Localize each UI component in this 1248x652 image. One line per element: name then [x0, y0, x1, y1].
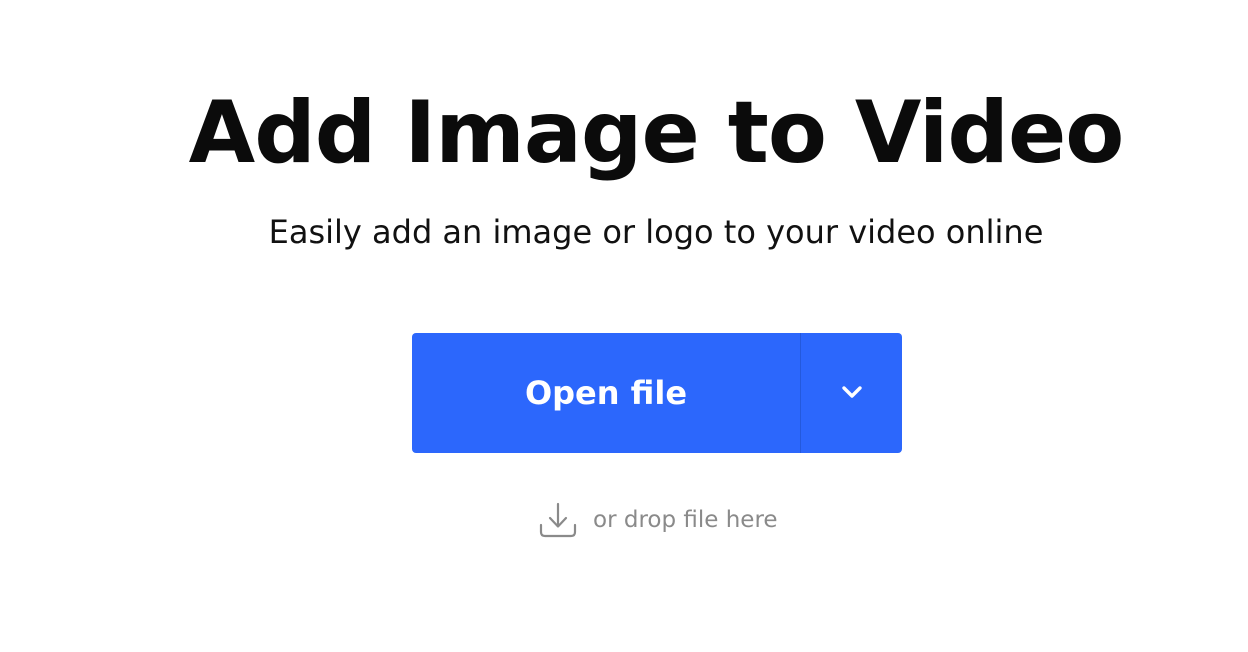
open-file-split-button: Open file — [412, 333, 902, 453]
open-file-button[interactable]: Open file — [412, 333, 800, 453]
download-icon — [538, 500, 580, 540]
page-subtitle: Easily add an image or logo to your vide… — [268, 213, 1044, 251]
chevron-down-icon — [841, 385, 863, 402]
drop-hint-text: or drop file here — [593, 507, 778, 533]
open-options-dropdown-button[interactable] — [801, 333, 902, 453]
open-file-label: Open file — [524, 374, 688, 412]
page-title: Add Image to Video — [188, 83, 1125, 183]
drop-zone-hint[interactable]: or drop file here — [538, 500, 778, 540]
hero-section: Add Image to Video Easily add an image o… — [0, 0, 1248, 652]
